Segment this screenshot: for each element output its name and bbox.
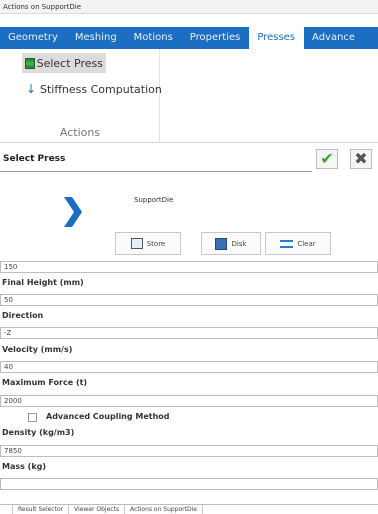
select-press-label: Select Press <box>36 56 103 70</box>
disk-button[interactable]: Disk <box>201 232 261 255</box>
actions-group: Select Press ↓ Stiffness Computation Act… <box>0 49 162 143</box>
direction-field[interactable]: -Z <box>0 327 378 339</box>
cancel-button[interactable]: ✖ <box>350 149 372 169</box>
density-field[interactable]: 7850 <box>0 445 378 457</box>
panel-title: Select Press <box>3 154 66 164</box>
tab-viewer-objects[interactable]: Viewer Objects <box>69 505 126 514</box>
panel-header: Select Press ✔ ✖ <box>0 149 378 175</box>
down-arrow-icon: ↓ <box>26 82 37 96</box>
bottom-tabbar: Result Selector Viewer Objects Actions o… <box>0 504 378 514</box>
group-label-actions: Actions <box>59 126 101 139</box>
store-icon <box>130 238 143 249</box>
tab-presses[interactable]: Presses <box>249 27 305 49</box>
select-press-button[interactable]: Select Press <box>22 53 106 73</box>
clear-label: Clear <box>297 239 316 248</box>
press-icon <box>25 57 35 69</box>
tab-motions[interactable]: Motions <box>126 27 182 49</box>
mass-label: Mass (kg) <box>2 462 47 471</box>
panel-divider <box>0 171 312 172</box>
main-tabbar: Geometry Meshing Motions Properties Pres… <box>0 27 378 49</box>
tab-geometry[interactable]: Geometry <box>0 27 67 49</box>
maximum-force-label: Maximum Force (t) <box>2 378 88 387</box>
store-button[interactable]: Store <box>115 232 181 255</box>
advanced-coupling-checkbox[interactable] <box>28 413 37 422</box>
final-height-label: Final Height (mm) <box>2 278 84 287</box>
stiffness-computation-label: Stiffness Computation <box>40 82 162 96</box>
disk-icon <box>215 237 228 250</box>
tab-properties[interactable]: Properties <box>182 27 250 49</box>
first-value-field[interactable]: 150 <box>0 261 378 273</box>
tab-actions-on-supportdie[interactable]: Actions on SupportDie <box>125 505 203 514</box>
tab-meshing[interactable]: Meshing <box>67 27 126 49</box>
advanced-coupling-label: Advanced Coupling Method <box>46 412 170 421</box>
clear-button[interactable]: Clear <box>265 232 331 255</box>
close-icon: ✖ <box>354 149 368 168</box>
final-height-field[interactable]: 50 <box>0 294 378 306</box>
density-label: Density (kg/m3) <box>2 428 75 437</box>
chevron-right-icon[interactable] <box>62 195 84 229</box>
ok-button[interactable]: ✔ <box>316 149 338 169</box>
window-title: Actions on SupportDie <box>0 0 378 14</box>
ribbon: Select Press ↓ Stiffness Computation Act… <box>0 49 378 143</box>
disk-label: Disk <box>231 239 247 248</box>
tab-advance[interactable]: Advance <box>304 27 364 49</box>
direction-label: Direction <box>2 311 44 320</box>
press-name-label: SupportDie <box>134 196 174 204</box>
tab-result-selector[interactable]: Result Selector <box>12 505 70 514</box>
mass-field[interactable] <box>0 478 378 490</box>
velocity-label: Velocity (mm/s) <box>2 345 73 354</box>
velocity-field[interactable]: 40 <box>0 361 378 373</box>
stiffness-computation-button[interactable]: ↓ Stiffness Computation <box>26 79 162 99</box>
store-label: Store <box>146 239 166 248</box>
checkmark-icon: ✔ <box>320 149 334 168</box>
clear-icon <box>280 239 294 248</box>
maximum-force-field[interactable]: 2000 <box>0 395 378 407</box>
